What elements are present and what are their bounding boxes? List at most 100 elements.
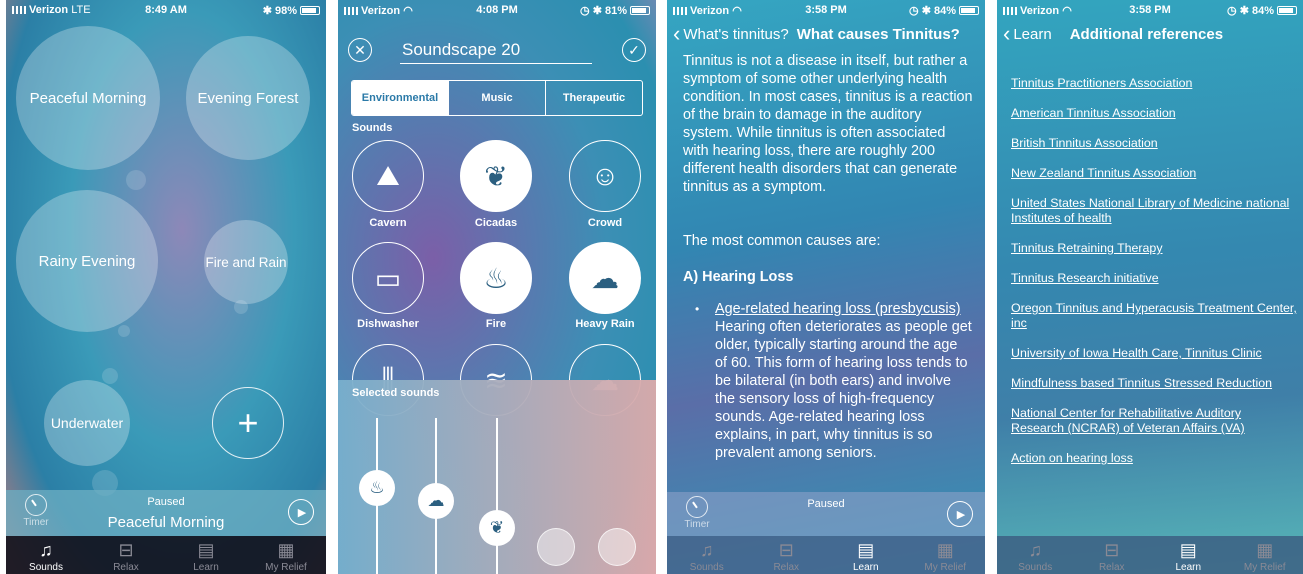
tab-relax[interactable]: ⊟ Relax: [747, 536, 827, 574]
back-button[interactable]: ‹ Learn: [1003, 21, 1052, 46]
soundscape-rainy-evening[interactable]: Rainy Evening: [16, 190, 158, 332]
tab-label: My Relief: [265, 562, 307, 573]
tab-my-relief[interactable]: ▦ My Relief: [246, 536, 326, 574]
reference-link[interactable]: Tinnitus Retraining Therapy: [1011, 241, 1297, 256]
battery-percent: 84%: [933, 4, 956, 17]
selected-sounds-label: Selected sounds: [352, 387, 440, 399]
alarm-icon: ◷: [1227, 4, 1237, 17]
fire-volume-knob[interactable]: ♨: [359, 470, 395, 506]
sounds-section-label: Sounds: [352, 122, 393, 134]
dishwasher-icon: ▭: [374, 262, 402, 294]
close-button[interactable]: ✕: [348, 38, 372, 62]
reference-link[interactable]: National Center for Rehabilitative Audit…: [1011, 406, 1297, 436]
cicada-icon: ❦: [489, 518, 505, 537]
empty-slot[interactable]: [598, 528, 636, 566]
mountain-icon: ⛰: [376, 159, 400, 191]
bluetooth-icon: ✱: [921, 4, 931, 17]
chevron-left-icon: ‹: [673, 21, 681, 46]
chair-icon: ⊟: [118, 540, 134, 560]
back-button[interactable]: ‹ What's tinnitus?: [673, 21, 789, 46]
soundscape-underwater[interactable]: Underwater: [44, 380, 130, 466]
presbycusis-link[interactable]: Age-related hearing loss (presbycusis): [715, 300, 973, 318]
confirm-button[interactable]: ✓: [622, 38, 646, 62]
segment-music[interactable]: Music: [448, 81, 545, 115]
page-title: What causes Tinnitus?: [796, 25, 960, 43]
player-state: Paused: [147, 496, 185, 508]
sound-crowd[interactable]: ☺: [569, 140, 641, 212]
segment-environmental[interactable]: Environmental: [352, 81, 448, 115]
reference-link[interactable]: Action on hearing loss: [1011, 451, 1297, 466]
reference-link[interactable]: British Tinnitus Association: [1011, 136, 1297, 151]
add-soundscape-button[interactable]: +: [212, 387, 284, 459]
nav-bar: ‹ Learn Additional references: [997, 20, 1303, 48]
play-button[interactable]: ▶: [288, 499, 314, 525]
soundscape-peaceful-morning[interactable]: Peaceful Morning: [16, 26, 160, 170]
book-icon: ▤: [857, 540, 875, 560]
page-title: Additional references: [1069, 25, 1224, 43]
tab-label: Relax: [773, 562, 800, 573]
tab-label: Sounds: [29, 562, 63, 573]
chair-icon: ⊟: [1104, 540, 1120, 560]
sound-heavy-rain[interactable]: ☁: [569, 242, 641, 314]
volume-slider-track[interactable]: [496, 418, 498, 574]
soundscape-evening-forest[interactable]: Evening Forest: [186, 36, 310, 160]
reference-link[interactable]: Tinnitus Research initiative: [1011, 271, 1297, 286]
track-title: Peaceful Morning: [107, 514, 225, 531]
clipboard-icon: ▦: [1256, 540, 1274, 560]
heavy-rain-volume-knob[interactable]: ☁: [418, 483, 454, 519]
section-heading: A) Hearing Loss: [683, 269, 794, 285]
cicada-icon: ❦: [484, 160, 508, 192]
status-bar: Verizon ◠ 4:08 PM ◷ ✱ 81%: [338, 0, 656, 20]
sound-fire[interactable]: ♨: [460, 242, 532, 314]
tab-learn[interactable]: ▤ Learn: [1150, 536, 1227, 574]
sound-cicadas[interactable]: ❦: [460, 140, 532, 212]
empty-slot[interactable]: [537, 528, 575, 566]
cicadas-volume-knob[interactable]: ❦: [479, 510, 515, 546]
tab-label: My Relief: [1243, 562, 1286, 573]
play-button[interactable]: ▶: [947, 501, 973, 527]
play-icon: ▶: [297, 506, 307, 519]
battery-icon: [630, 6, 650, 16]
soundscape-fire-and-rain[interactable]: Fire and Rain: [204, 220, 288, 304]
sound-dishwasher[interactable]: ▭: [352, 242, 424, 314]
battery-icon: [959, 6, 979, 16]
tab-label: Relax: [1098, 562, 1125, 573]
reference-link[interactable]: New Zealand Tinnitus Association: [1011, 166, 1297, 181]
reference-link[interactable]: American Tinnitus Association: [1011, 106, 1297, 121]
soundscape-editor-screen: Verizon ◠ 4:08 PM ◷ ✱ 81% ✕ Soundscape 2…: [338, 0, 656, 574]
tab-sounds[interactable]: ♫ Sounds: [997, 536, 1074, 574]
learn-article-screen: Verizon ◠ 3:58 PM ◷ ✱ 84% ‹ What's tinnit…: [667, 0, 985, 574]
fire-icon: ♨: [369, 478, 385, 497]
fire-icon: ♨: [483, 262, 509, 294]
tab-my-relief[interactable]: ▦ My Relief: [906, 536, 986, 574]
chevron-left-icon: ‹: [1003, 21, 1011, 46]
reference-link[interactable]: University of Iowa Health Care, Tinnitus…: [1011, 346, 1297, 361]
reference-link[interactable]: Tinnitus Practitioners Association: [1011, 76, 1297, 91]
battery-percent: 84%: [1251, 4, 1274, 17]
nav-bar: ‹ What's tinnitus? What causes Tinnitus?: [667, 20, 985, 48]
tab-relax[interactable]: ⊟ Relax: [1074, 536, 1151, 574]
tab-bar: ♫ Sounds ⊟ Relax ▤ Learn ▦ My Relief: [667, 536, 985, 574]
tab-bar: ♫ Sounds ⊟ Relax ▤ Learn ▦ My Relief: [6, 536, 326, 574]
reference-link[interactable]: United States National Library of Medici…: [1011, 196, 1297, 226]
tab-learn[interactable]: ▤ Learn: [166, 536, 246, 574]
tab-relax[interactable]: ⊟ Relax: [86, 536, 166, 574]
player-bar: Timer Paused Peaceful Morning ▶: [6, 490, 326, 536]
music-icon: ♫: [39, 540, 53, 560]
sound-label: Fire: [485, 318, 507, 330]
tab-sounds[interactable]: ♫ Sounds: [667, 536, 747, 574]
sound-cavern[interactable]: ⛰: [352, 140, 424, 212]
battery-icon: [300, 6, 320, 16]
reference-link[interactable]: Mindfulness based Tinnitus Stressed Redu…: [1011, 376, 1297, 391]
segment-therapeutic[interactable]: Therapeutic: [545, 81, 642, 115]
tab-my-relief[interactable]: ▦ My Relief: [1227, 536, 1303, 574]
battery-percent: 98%: [274, 4, 297, 17]
tab-sounds[interactable]: ♫ Sounds: [6, 536, 86, 574]
soundscape-name-field[interactable]: Soundscape 20: [400, 40, 592, 64]
plus-icon: +: [237, 402, 259, 443]
tab-learn[interactable]: ▤ Learn: [826, 536, 906, 574]
reference-link[interactable]: Oregon Tinnitus and Hyperacusis Treatmen…: [1011, 301, 1297, 331]
alarm-icon: ◷: [580, 4, 590, 17]
clipboard-icon: ▦: [936, 540, 954, 560]
rain-cloud-icon: ☁: [591, 262, 619, 294]
